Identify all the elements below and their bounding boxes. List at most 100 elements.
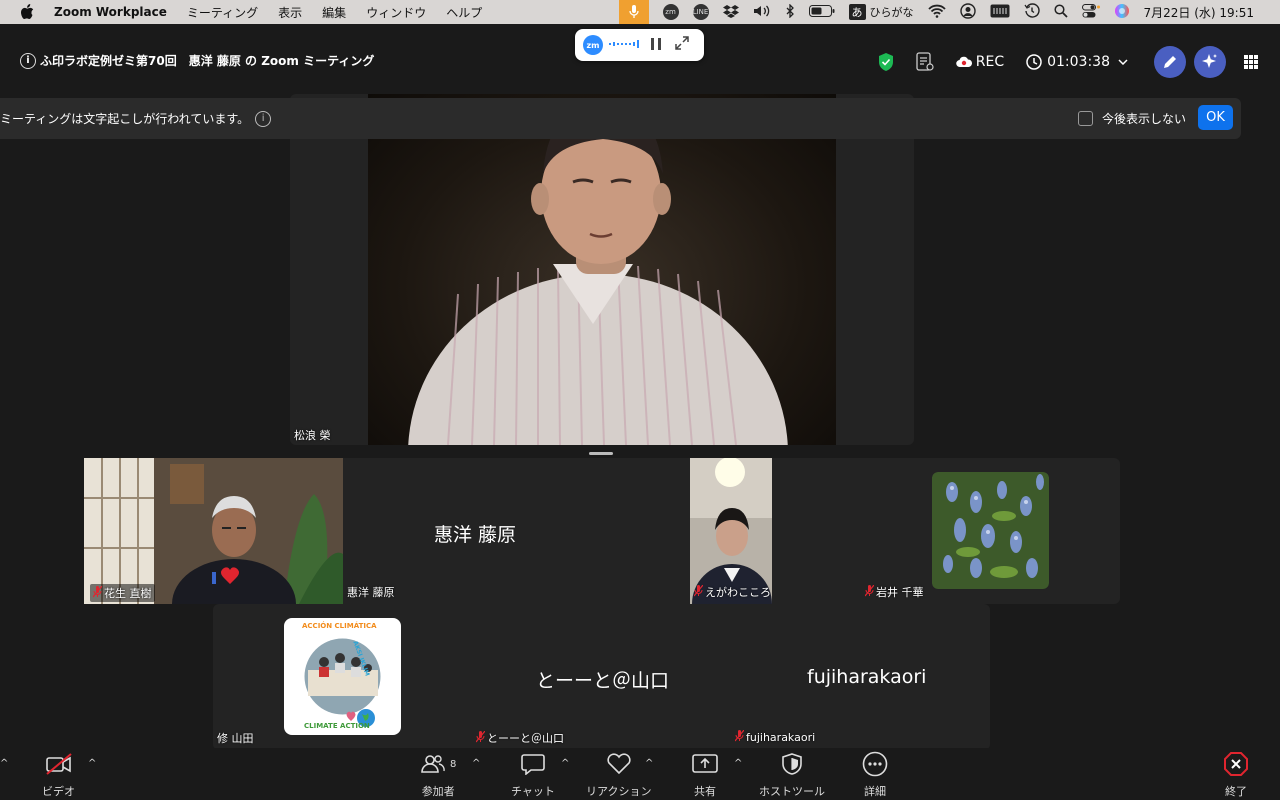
zoom-logo-icon: zm <box>583 35 603 55</box>
mic-icon[interactable] <box>618 0 649 24</box>
share-screen-icon <box>692 748 718 780</box>
participant-avatar <box>932 472 1049 589</box>
shield-icon <box>781 748 803 780</box>
participant-name-text: 花生 直樹 <box>104 587 152 600</box>
chat-options-caret-icon[interactable]: ^ <box>561 758 569 769</box>
more-icon <box>862 748 888 780</box>
bluetooth-icon[interactable] <box>785 2 795 21</box>
resize-handle[interactable] <box>589 452 613 455</box>
avatar-text-top: ACCIÓN CLIMÁTICA <box>302 622 377 630</box>
menubar-datetime[interactable]: 7月22日 (水) 19:51 <box>1144 4 1254 21</box>
floating-mini-bar[interactable]: zm <box>575 29 704 61</box>
participant-tile[interactable]: ACCIÓN CLIMÁTICA AKSI IKLIM CLIMATE ACTI… <box>213 604 472 750</box>
participant-tile[interactable]: とーーと＠山口 とーーと＠山口 <box>472 604 731 750</box>
muted-mic-icon <box>864 584 875 600</box>
banner-info-icon[interactable]: i <box>255 110 272 127</box>
dont-show-again-label[interactable]: 今後表示しない <box>1102 110 1186 127</box>
transcription-banner: ミーティングは文字起こしが行われています。 i 今後表示しない OK <box>0 98 1241 139</box>
chat-label: チャット <box>511 785 555 798</box>
app-name[interactable]: Zoom Workplace <box>54 5 167 19</box>
view-grid-icon[interactable] <box>1244 55 1258 69</box>
participants-label: 参加者 <box>421 785 455 798</box>
participant-tile[interactable]: fujiharakaori fujiharakaori <box>731 604 990 750</box>
participant-name: 惠洋 藤原 <box>347 586 395 599</box>
participant-name-text: fujiharakaori <box>746 731 816 744</box>
meeting-info-icon[interactable]: i <box>20 52 36 69</box>
muted-mic-icon <box>734 729 745 745</box>
video-off-icon <box>45 748 73 780</box>
keyboard-icon[interactable] <box>990 4 1010 21</box>
menu-meeting[interactable]: ミーティング <box>187 4 258 21</box>
host-tools-button[interactable]: ホストツール <box>759 748 825 799</box>
menu-view[interactable]: 表示 <box>278 4 302 21</box>
wifi-icon[interactable] <box>927 4 946 21</box>
audio-wave-icon <box>609 39 641 52</box>
share-button[interactable]: 共有 <box>692 748 718 799</box>
menu-edit[interactable]: 編集 <box>322 4 346 21</box>
apple-icon[interactable] <box>20 4 36 20</box>
chevron-down-icon[interactable] <box>1118 59 1128 65</box>
participant-name: 修 山田 <box>217 732 254 745</box>
whiteboard-icon[interactable] <box>1154 46 1186 78</box>
end-label: 終了 <box>1225 785 1247 798</box>
audio-options-caret-icon[interactable]: ^ <box>0 758 8 769</box>
user-icon[interactable] <box>959 2 976 22</box>
encryption-shield-icon[interactable] <box>878 53 894 71</box>
reactions-label: リアクション <box>586 785 652 798</box>
zoom-icon[interactable]: zm <box>662 4 679 20</box>
time-machine-icon[interactable] <box>1024 2 1040 22</box>
participant-name-text: とーーと＠山口 <box>487 732 564 745</box>
participant-tile[interactable]: 岩井 千華 <box>861 458 1120 604</box>
participants-button[interactable]: 8 参加者 <box>420 748 456 799</box>
menu-window[interactable]: ウィンドウ <box>366 4 426 21</box>
chat-icon <box>521 748 545 780</box>
speaker-name: 松浪 榮 <box>294 429 331 442</box>
expand-icon[interactable] <box>675 36 689 54</box>
meeting-timer[interactable]: 01:03:38 <box>1047 54 1110 70</box>
participant-name: 岩井 千華 <box>864 584 924 600</box>
more-button[interactable]: 詳細 <box>862 748 888 799</box>
participant-avatar: ACCIÓN CLIMÁTICA AKSI IKLIM CLIMATE ACTI… <box>284 618 401 735</box>
volume-icon[interactable] <box>753 4 771 21</box>
participant-tile[interactable]: 惠洋 藤原 惠洋 藤原 <box>343 458 602 604</box>
ai-companion-icon[interactable] <box>1194 46 1226 78</box>
active-speaker-tile[interactable]: 松浪 榮 <box>290 94 914 445</box>
participant-name: 花生 直樹 <box>90 584 155 602</box>
video-options-caret-icon[interactable]: ^ <box>88 758 96 769</box>
input-method-label[interactable]: ひらがな <box>870 4 914 20</box>
dropbox-icon[interactable] <box>722 4 739 21</box>
reactions-button[interactable]: リアクション <box>586 748 651 799</box>
recording-status[interactable]: REC <box>976 54 1004 70</box>
end-icon <box>1223 748 1249 780</box>
spotlight-icon[interactable] <box>1053 3 1068 21</box>
meeting-title: ふ印ラボ定例ゼミ第70回 惠洋 藤原 の Zoom ミーティング <box>40 54 375 68</box>
cloud-recording-icon[interactable] <box>956 56 972 68</box>
participants-count: 8 <box>450 758 457 770</box>
menu-help[interactable]: ヘルプ <box>446 4 482 21</box>
host-tools-label: ホストツール <box>759 785 825 798</box>
participants-options-caret-icon[interactable]: ^ <box>472 758 480 769</box>
siri-icon[interactable] <box>1114 3 1130 22</box>
chat-button[interactable]: チャット <box>511 748 555 799</box>
participant-tile[interactable]: えがわこころ <box>602 458 861 604</box>
reactions-options-caret-icon[interactable]: ^ <box>645 758 653 769</box>
summary-icon[interactable] <box>916 52 934 72</box>
banner-ok-button[interactable]: OK <box>1198 105 1233 130</box>
more-label: 詳細 <box>864 785 886 798</box>
muted-mic-icon <box>92 585 103 601</box>
share-options-caret-icon[interactable]: ^ <box>734 758 742 769</box>
muted-mic-icon <box>475 730 486 746</box>
control-center-icon[interactable] <box>1081 3 1100 21</box>
video-label: ビデオ <box>42 785 75 798</box>
video-button[interactable]: ビデオ <box>42 748 75 799</box>
dont-show-again-checkbox[interactable] <box>1078 111 1093 126</box>
end-meeting-button[interactable]: 終了 <box>1223 748 1249 799</box>
participant-tile[interactable]: 花生 直樹 <box>84 458 343 604</box>
line-icon[interactable]: LINE <box>692 4 709 20</box>
gallery-row-2: ACCIÓN CLIMÁTICA AKSI IKLIM CLIMATE ACTI… <box>213 604 990 750</box>
pause-icon[interactable] <box>651 37 661 53</box>
battery-icon[interactable] <box>808 4 835 20</box>
input-method-icon[interactable]: あ <box>848 4 866 20</box>
meeting-toolbar: ^ ビデオ ^ 8 参加者 ^ チャット ^ リアクション ^ 共有 ^ ホスト… <box>0 748 1280 800</box>
heart-icon <box>606 748 632 780</box>
